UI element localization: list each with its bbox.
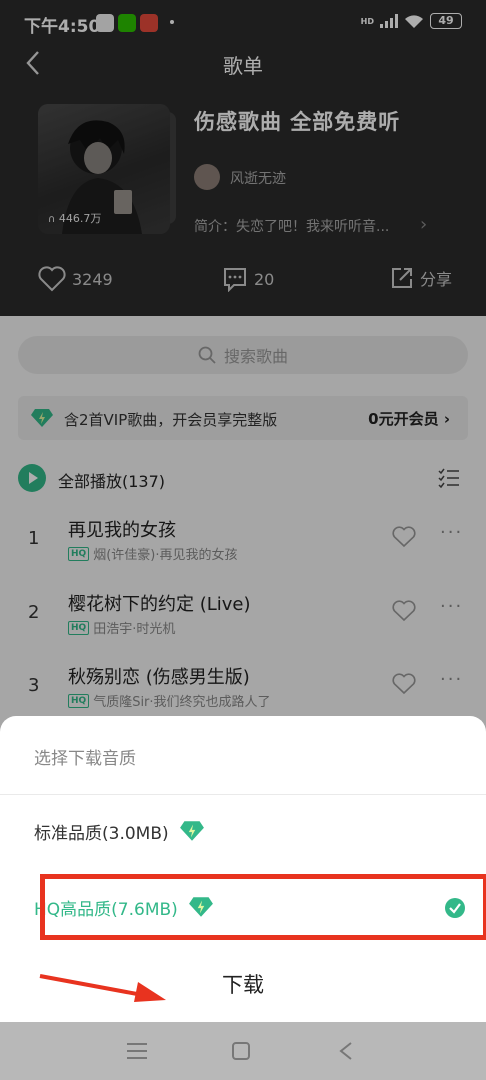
system-nav-bar bbox=[0, 1022, 486, 1080]
highlight-annotation-box bbox=[40, 874, 486, 940]
menu-icon[interactable] bbox=[126, 1042, 148, 1060]
vip-diamond-icon bbox=[179, 821, 204, 841]
home-square-icon[interactable] bbox=[231, 1041, 251, 1061]
red-arrow-annotation bbox=[39, 974, 166, 1002]
back-triangle-icon[interactable] bbox=[338, 1041, 354, 1061]
standard-quality-label: 标准品质(3.0MB) bbox=[34, 823, 169, 844]
divider bbox=[0, 794, 486, 795]
standard-quality-option[interactable]: 标准品质(3.0MB) bbox=[34, 816, 486, 846]
sheet-title: 选择下载音质 bbox=[34, 749, 136, 769]
